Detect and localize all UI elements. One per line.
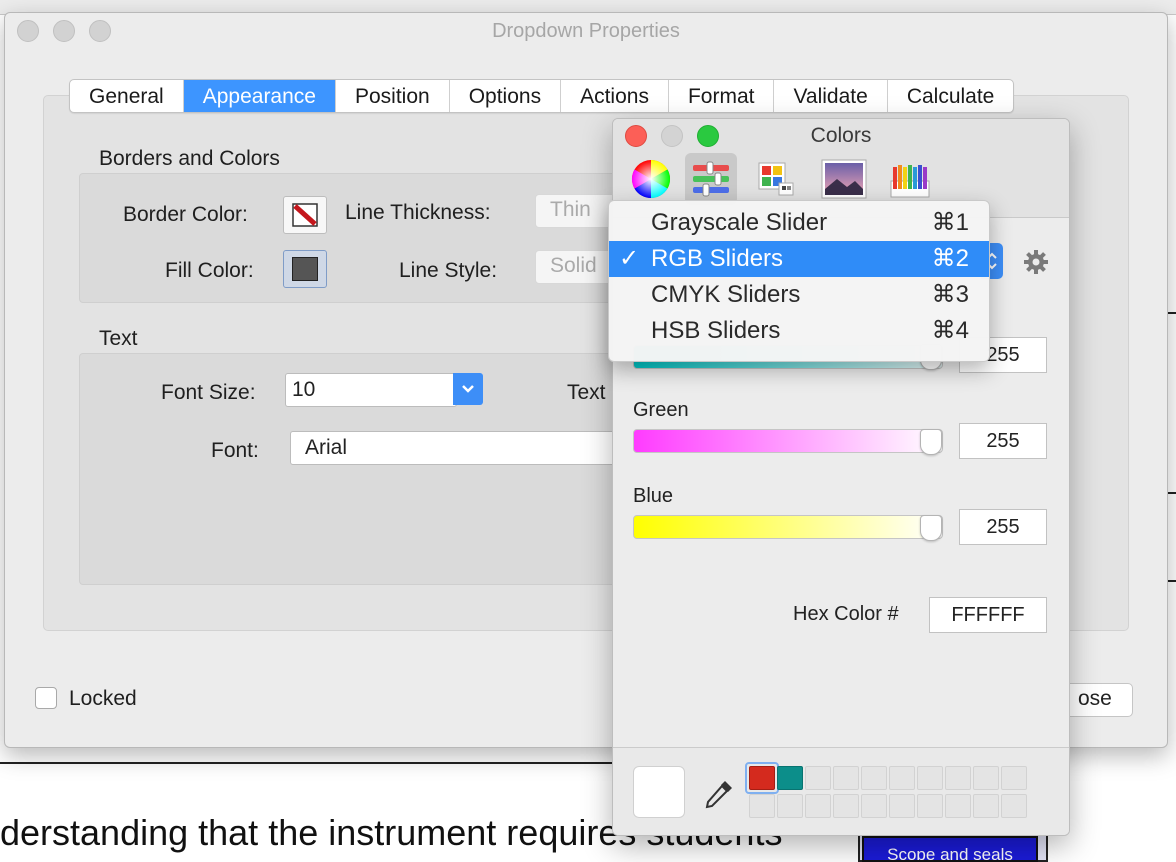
line-style-label: Line Style: bbox=[399, 259, 498, 282]
blue-slider-track[interactable] bbox=[633, 515, 943, 539]
green-value-field[interactable]: 255 bbox=[959, 423, 1047, 459]
empty-swatch[interactable] bbox=[1001, 794, 1027, 818]
tab-position[interactable]: Position bbox=[336, 80, 450, 112]
empty-swatch[interactable] bbox=[917, 766, 943, 790]
gear-icon[interactable] bbox=[1023, 249, 1049, 275]
empty-swatch[interactable] bbox=[861, 766, 887, 790]
empty-swatch[interactable] bbox=[889, 766, 915, 790]
font-size-value: 10 bbox=[292, 378, 316, 401]
color-wheel-mode-button[interactable] bbox=[625, 153, 677, 205]
crayons-mode-button[interactable] bbox=[883, 153, 935, 205]
image-palette-icon bbox=[821, 159, 867, 199]
empty-swatch[interactable] bbox=[889, 794, 915, 818]
empty-swatch[interactable] bbox=[973, 794, 999, 818]
borders-colors-heading: Borders and Colors bbox=[99, 147, 280, 170]
menu-item-label: RGB Sliders bbox=[651, 245, 784, 272]
empty-swatch[interactable] bbox=[945, 766, 971, 790]
text-color-label: Text bbox=[567, 381, 606, 404]
font-label: Font: bbox=[211, 439, 259, 462]
line-thickness-label: Line Thickness: bbox=[345, 201, 491, 224]
menu-item-grayscale[interactable]: Grayscale Slider ⌘1 bbox=[609, 205, 989, 241]
swatch-teal[interactable] bbox=[777, 766, 803, 790]
green-label: Green bbox=[633, 399, 689, 421]
locked-checkbox[interactable] bbox=[35, 687, 57, 709]
dialog-titlebar: Dropdown Properties bbox=[5, 13, 1167, 49]
document-form-button[interactable]: Scope and seals bbox=[862, 836, 1038, 862]
empty-swatch[interactable] bbox=[861, 794, 887, 818]
chevron-down-icon bbox=[462, 385, 474, 393]
empty-swatch[interactable] bbox=[833, 794, 859, 818]
menu-item-shortcut: ⌘2 bbox=[931, 245, 969, 272]
empty-swatch[interactable] bbox=[973, 766, 999, 790]
dialog-title: Dropdown Properties bbox=[492, 20, 680, 42]
fill-color-swatch[interactable] bbox=[283, 250, 327, 288]
blue-label: Blue bbox=[633, 485, 674, 507]
color-palettes-mode-button[interactable] bbox=[749, 153, 801, 205]
color-swatch-strip bbox=[613, 747, 1069, 835]
text-heading: Text bbox=[99, 327, 138, 350]
menu-item-rgb[interactable]: ✓ RGB Sliders ⌘2 bbox=[609, 241, 989, 277]
tab-calculate[interactable]: Calculate bbox=[888, 80, 1014, 112]
menu-item-label: CMYK Sliders bbox=[651, 281, 801, 308]
border-color-label: Border Color: bbox=[123, 203, 248, 226]
empty-swatch[interactable] bbox=[945, 794, 971, 818]
eyedropper-icon[interactable] bbox=[703, 778, 735, 810]
color-wheel-icon bbox=[631, 159, 671, 199]
fill-color-chip bbox=[292, 257, 318, 281]
blue-value-field[interactable]: 255 bbox=[959, 509, 1047, 545]
green-slider-knob[interactable] bbox=[920, 429, 942, 455]
menu-item-shortcut: ⌘4 bbox=[931, 317, 969, 344]
empty-swatch[interactable] bbox=[1001, 766, 1027, 790]
slider-mode-menu: Grayscale Slider ⌘1 ✓ RGB Sliders ⌘2 CMY… bbox=[608, 200, 990, 362]
empty-swatch[interactable] bbox=[805, 794, 831, 818]
border-color-swatch[interactable] bbox=[283, 196, 327, 234]
tab-format[interactable]: Format bbox=[669, 80, 775, 112]
menu-item-cmyk[interactable]: CMYK Sliders ⌘3 bbox=[609, 277, 989, 313]
tab-appearance[interactable]: Appearance bbox=[183, 80, 336, 112]
swatch-red[interactable] bbox=[749, 766, 775, 790]
tab-validate[interactable]: Validate bbox=[774, 80, 888, 112]
fill-color-label: Fill Color: bbox=[165, 259, 254, 282]
menu-item-hsb[interactable]: HSB Sliders ⌘4 bbox=[609, 313, 989, 349]
pencils-icon bbox=[890, 165, 930, 198]
font-value: Arial bbox=[305, 436, 348, 459]
sliders-icon bbox=[693, 161, 729, 197]
current-color-well bbox=[633, 766, 685, 818]
menu-item-shortcut: ⌘3 bbox=[931, 281, 969, 308]
menu-item-label: HSB Sliders bbox=[651, 317, 781, 344]
menu-item-label: Grayscale Slider bbox=[651, 209, 828, 236]
checkmark-icon: ✓ bbox=[619, 245, 640, 272]
blue-slider-knob[interactable] bbox=[920, 515, 942, 541]
menu-item-shortcut: ⌘1 bbox=[931, 209, 969, 236]
image-palettes-mode-button[interactable] bbox=[817, 153, 869, 205]
hex-color-field[interactable]: FFFFFF bbox=[929, 597, 1047, 633]
empty-swatch[interactable] bbox=[777, 794, 803, 818]
palette-grid-icon bbox=[758, 162, 794, 196]
colors-panel-title: Colors bbox=[810, 124, 872, 147]
empty-swatch[interactable] bbox=[805, 766, 831, 790]
font-size-label: Font Size: bbox=[161, 381, 256, 404]
tab-actions[interactable]: Actions bbox=[561, 80, 669, 112]
green-slider-track[interactable] bbox=[633, 429, 943, 453]
tab-general[interactable]: General bbox=[70, 80, 184, 112]
font-size-combo[interactable]: 10 bbox=[285, 373, 457, 407]
tab-options[interactable]: Options bbox=[450, 80, 562, 112]
empty-swatch[interactable] bbox=[749, 794, 775, 818]
font-select[interactable]: Arial bbox=[290, 431, 636, 465]
no-color-icon bbox=[292, 203, 318, 227]
close-button-label: ose bbox=[1078, 687, 1112, 710]
hex-color-label: Hex Color # bbox=[793, 603, 899, 625]
locked-label: Locked bbox=[69, 687, 137, 710]
tab-bar: General Appearance Position Options Acti… bbox=[69, 79, 1015, 113]
font-size-dropdown-button[interactable] bbox=[453, 373, 483, 405]
color-sliders-mode-button[interactable] bbox=[685, 153, 737, 205]
empty-swatch[interactable] bbox=[917, 794, 943, 818]
empty-swatch[interactable] bbox=[833, 766, 859, 790]
